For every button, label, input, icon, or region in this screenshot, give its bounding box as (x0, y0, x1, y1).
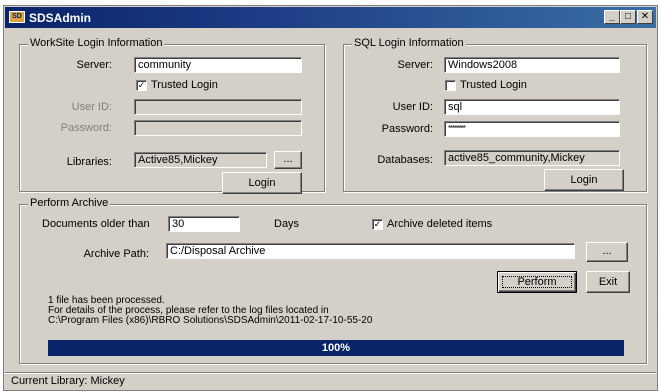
perform-button[interactable]: Perform (497, 271, 577, 293)
libraries-browse-button[interactable]: ... (274, 151, 302, 169)
archive-deleted-checkbox[interactable]: ✓ (372, 219, 383, 230)
sql-userid-label: User ID: (392, 101, 433, 113)
app-icon: SD (9, 11, 25, 23)
worksite-login-button[interactable]: Login (222, 172, 302, 194)
worksite-server-input[interactable]: community (134, 57, 302, 73)
sql-trusted-checkbox[interactable] (445, 80, 456, 91)
sql-login-button[interactable]: Login (544, 169, 624, 191)
sql-trusted-label: Trusted Login (460, 79, 527, 91)
worksite-libraries-label: Libraries: (66, 156, 112, 168)
worksite-password-label: Password: (60, 122, 112, 134)
sql-password-label: Password: (381, 123, 433, 135)
sql-userid-input[interactable]: sql (444, 99, 620, 115)
documents-older-input[interactable]: 30 (168, 216, 240, 232)
archive-path-input[interactable]: C:/Disposal Archive (166, 243, 575, 259)
perform-archive-legend: Perform Archive (28, 197, 111, 209)
worksite-password-input[interactable] (134, 120, 302, 136)
sql-server-input[interactable]: Windows2008 (444, 57, 620, 73)
current-library-status: Current Library: Mickey (11, 375, 125, 387)
maximize-icon[interactable]: □ (620, 10, 636, 24)
worksite-login-legend: WorkSite Login Information (28, 37, 165, 49)
worksite-userid-input[interactable] (134, 99, 302, 115)
archive-path-browse-button[interactable]: ... (586, 242, 628, 262)
days-label: Days (274, 218, 300, 230)
sql-databases-input[interactable]: active85_community,Mickey (444, 150, 620, 166)
progress-bar: 100% (48, 340, 624, 356)
sql-login-group: SQL Login Information Server: Windows200… (343, 37, 647, 192)
archive-path-label: Archive Path: (83, 248, 149, 260)
process-messages: 1 file has been processed. For details o… (48, 296, 372, 326)
sql-server-label: Server: (397, 59, 433, 71)
worksite-trusted-checkbox[interactable]: ✓ (136, 80, 147, 91)
title-bar[interactable]: SD SDSAdmin _ □ ✕ (5, 7, 656, 28)
sql-databases-label: Databases: (377, 154, 433, 166)
worksite-server-label: Server: (76, 59, 112, 71)
close-icon[interactable]: ✕ (637, 10, 653, 24)
minimize-icon[interactable]: _ (604, 10, 620, 24)
window-title: SDSAdmin (29, 11, 92, 25)
perform-focus-rect (502, 276, 572, 288)
worksite-libraries-input[interactable]: Active85,Mickey (134, 152, 267, 168)
message-line: C:\Program Files (x86)\RBRO Solutions\SD… (48, 315, 373, 326)
archive-deleted-label: Archive deleted items (387, 218, 493, 230)
sql-password-input[interactable]: ******** (444, 121, 620, 137)
worksite-login-group: WorkSite Login Information Server: commu… (19, 37, 325, 194)
sdsadmin-window: SD SDSAdmin _ □ ✕ WorkSite Login Informa… (3, 5, 658, 391)
exit-button[interactable]: Exit (586, 271, 630, 293)
sql-login-legend: SQL Login Information (352, 37, 466, 49)
documents-older-label: Documents older than (42, 218, 150, 230)
status-bar: Current Library: Mickey (5, 372, 656, 389)
worksite-trusted-label: Trusted Login (151, 79, 218, 91)
progress-label: 100% (321, 342, 351, 354)
worksite-userid-label: User ID: (71, 101, 112, 113)
